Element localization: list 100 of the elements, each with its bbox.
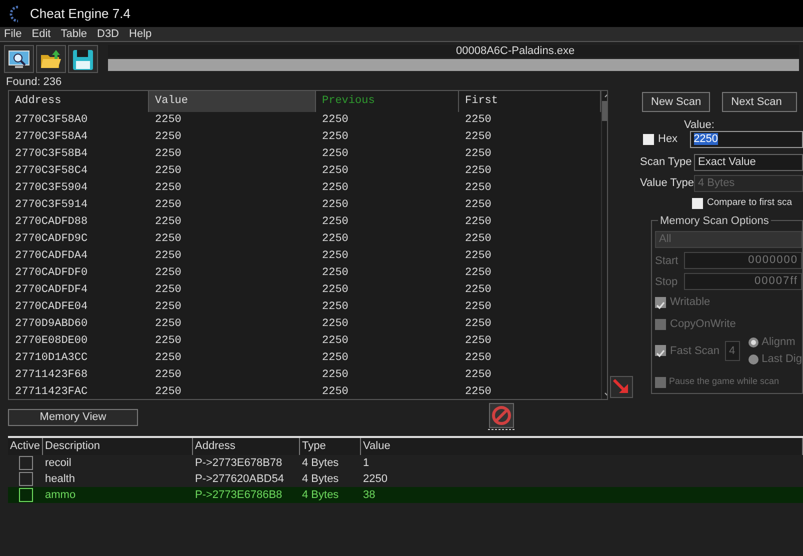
checkbox[interactable] — [643, 134, 654, 145]
monitor-icon[interactable] — [7, 48, 31, 70]
table-cell-text: 2250 — [321, 385, 350, 399]
checkbox[interactable] — [655, 297, 666, 308]
table-row[interactable]: recoil P->2773E678B78 4 Bytes 1 — [8, 455, 803, 471]
checkbox[interactable] — [18, 488, 32, 502]
table-cell-text: 2250 — [464, 266, 492, 281]
table-cell-text: 2250 — [154, 198, 182, 213]
column-header[interactable]: Type — [300, 438, 361, 455]
table-cell-text: 2250 — [464, 249, 492, 264]
column-header[interactable]: Description — [43, 438, 193, 455]
checkbox[interactable] — [18, 456, 32, 470]
table-row[interactable]: ammo P->2773E6786B8 4 Bytes 38 — [8, 487, 803, 503]
radio-button[interactable] — [748, 337, 759, 348]
start-address-field[interactable]: 0000000 — [684, 252, 802, 270]
table-cell-text: 2770CADFDA4 — [14, 249, 89, 264]
table-cell-text: 2250 — [464, 130, 492, 145]
table-cell-text: 2250 — [321, 283, 350, 298]
table-cell-text: 2250 — [464, 334, 492, 349]
table-row[interactable]: health P->277620ABD54 4 Bytes 2250 — [8, 471, 803, 487]
checkbox[interactable] — [655, 318, 666, 330]
checkbox[interactable] — [655, 345, 666, 356]
column-header[interactable]: Active — [8, 438, 43, 455]
table-cell-text: 2250 — [321, 113, 350, 128]
table-cell-text: 2250 — [154, 232, 182, 247]
table-cell-text: 2250 — [464, 164, 492, 179]
table-cell-text: 2770CADFD88 — [14, 215, 89, 230]
table-cell-text: 2250 — [154, 351, 182, 366]
table-cell-text: 2250 — [154, 266, 182, 281]
table-cell-text: 2250 — [464, 385, 492, 399]
alignment-option-label: Last Dig — [762, 352, 802, 367]
table-cell-text: 38 — [362, 488, 376, 503]
table-cell-text: 27711423F68 — [14, 368, 89, 383]
splitter-handle[interactable] — [488, 428, 515, 431]
table-cell-text: 2250 — [154, 300, 182, 315]
window-title: Cheat Engine 7.4 — [30, 4, 130, 23]
table-cell-text: 2770C3F58A4 — [14, 130, 89, 145]
column-header[interactable]: Previous — [316, 91, 459, 112]
stop-address-field[interactable]: 00007ff — [684, 273, 802, 290]
pause-label: Pause the game while scan — [669, 375, 780, 388]
table-cell-text: 2250 — [321, 198, 350, 213]
table-cell-text: P->2773E678B78 — [194, 456, 284, 471]
table-cell-text: 2250 — [321, 181, 350, 196]
menu-item[interactable]: File — [4, 27, 22, 41]
table-cell-text: 2250 — [154, 334, 182, 349]
column-header[interactable]: Value — [361, 438, 803, 455]
menu-item[interactable]: Help — [129, 27, 152, 41]
table-cell-text: 2250 — [321, 147, 350, 162]
copy-on-write-label: CopyOnWrite — [670, 316, 736, 332]
next-scan-button[interactable]: Next Scan — [722, 92, 797, 112]
table-cell-text: recoil — [44, 456, 72, 471]
table-cell-text: 1 — [362, 456, 370, 471]
table-cell-text: 2250 — [154, 113, 182, 128]
table-cell-text: 2770C3F58C4 — [14, 164, 89, 179]
scan-type-label: Scan Type — [640, 155, 691, 170]
table-cell-text: 27711423FAC — [14, 385, 89, 399]
table-cell-text: P->2773E6786B8 — [194, 488, 284, 503]
table-cell-text: 2250 — [464, 113, 492, 128]
table-cell-text: 2250 — [321, 351, 350, 366]
table-cell-text: 2770CADFDF4 — [14, 283, 89, 298]
table-cell-text: 2250 — [154, 147, 182, 162]
table-cell-text: 2770E08DE00 — [14, 334, 89, 349]
table-cell-text: 2250 — [464, 351, 492, 366]
table-cell-text: 27710D1A3CC — [14, 351, 89, 366]
table-cell-text: 2250 — [154, 283, 182, 298]
radio-button[interactable] — [748, 354, 759, 364]
table-cell-text: 2770CADFDF0 — [14, 266, 89, 281]
table-cell-text: 2250 — [154, 181, 182, 196]
table-cell-text: 2250 — [321, 368, 350, 383]
table-cell-text: 2250 — [321, 232, 350, 247]
table-cell-text: 2250 — [154, 164, 182, 179]
menu-item[interactable]: Edit — [32, 27, 51, 41]
table-cell-text: 2250 — [321, 334, 350, 349]
table-cell-text: 2250 — [464, 147, 492, 162]
table-cell-text: 2250 — [321, 300, 350, 315]
memory-view-button[interactable]: Memory View — [8, 408, 138, 426]
scan-type-dropdown[interactable]: Exact Value — [694, 154, 803, 171]
table-cell-text: 2250 — [464, 232, 492, 247]
writable-label: Writable — [670, 295, 710, 310]
open-folder-icon[interactable] — [39, 48, 63, 70]
new-scan-button[interactable]: New Scan — [642, 92, 710, 112]
table-cell-text: 4 Bytes — [301, 472, 340, 487]
table-cell-text: 2250 — [321, 266, 350, 281]
checkbox[interactable] — [692, 198, 703, 209]
menu-item[interactable]: Table — [60, 27, 87, 41]
menu-item[interactable]: D3D — [97, 27, 120, 41]
column-header[interactable]: Value — [149, 91, 316, 112]
column-header[interactable]: First — [459, 91, 601, 112]
table-cell-text: 4 Bytes — [301, 456, 340, 471]
stop-label: Stop — [655, 274, 679, 290]
table-cell-text: 2250 — [464, 283, 492, 298]
table-cell-text: 2250 — [154, 215, 182, 230]
alignment-option-label: Alignm — [762, 335, 796, 350]
value-type-label: Value Type — [640, 176, 691, 192]
value-field[interactable]: 2250 — [690, 131, 803, 148]
column-header[interactable]: Address — [193, 438, 300, 455]
table-cell-text: 2250 — [154, 385, 182, 399]
checkbox[interactable] — [655, 376, 666, 388]
table-cell-text: health — [44, 472, 76, 487]
checkbox[interactable] — [18, 472, 32, 486]
